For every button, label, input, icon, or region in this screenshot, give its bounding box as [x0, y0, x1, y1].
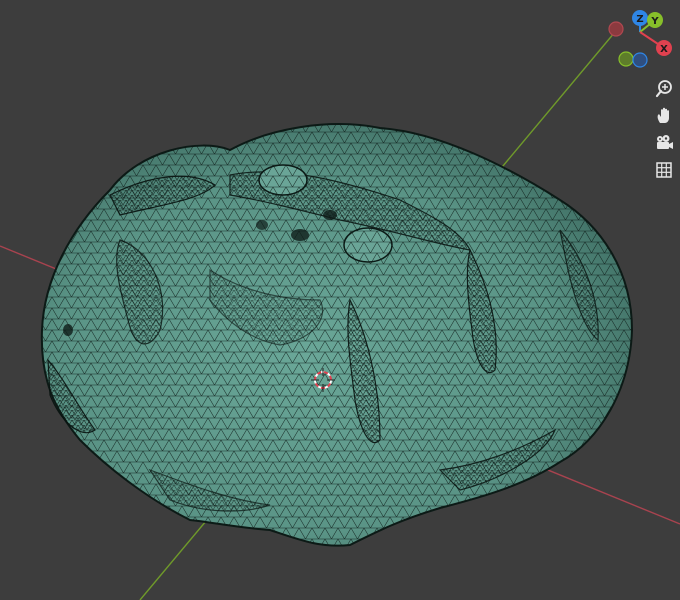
- svg-text:Z: Z: [636, 14, 643, 25]
- x-axis-bubble[interactable]: X: [656, 40, 672, 56]
- neg-z-axis-bubble[interactable]: [632, 52, 648, 68]
- camera-icon: [657, 135, 673, 149]
- viewport-scene[interactable]: [0, 0, 680, 600]
- svg-text:X: X: [660, 44, 668, 55]
- mesh-object[interactable]: [40, 123, 634, 547]
- 3d-viewport[interactable]: Z Y X: [0, 0, 680, 600]
- navigation-gizmo[interactable]: Z Y X: [600, 0, 680, 80]
- zoom-icon: [655, 80, 672, 98]
- camera-view-button[interactable]: [652, 131, 676, 155]
- hand-pan-icon: [657, 107, 669, 123]
- y-axis-bubble[interactable]: Y: [647, 12, 663, 28]
- neg-y-axis-bubble[interactable]: [618, 51, 634, 67]
- z-axis-bubble[interactable]: Z: [632, 10, 648, 26]
- pan-button[interactable]: [652, 104, 676, 128]
- perspective-toggle-button[interactable]: [652, 158, 676, 182]
- perspective-grid-icon: [656, 162, 672, 178]
- svg-text:Y: Y: [650, 16, 659, 27]
- zoom-button[interactable]: [652, 77, 676, 101]
- neg-x-axis-bubble[interactable]: [608, 21, 624, 37]
